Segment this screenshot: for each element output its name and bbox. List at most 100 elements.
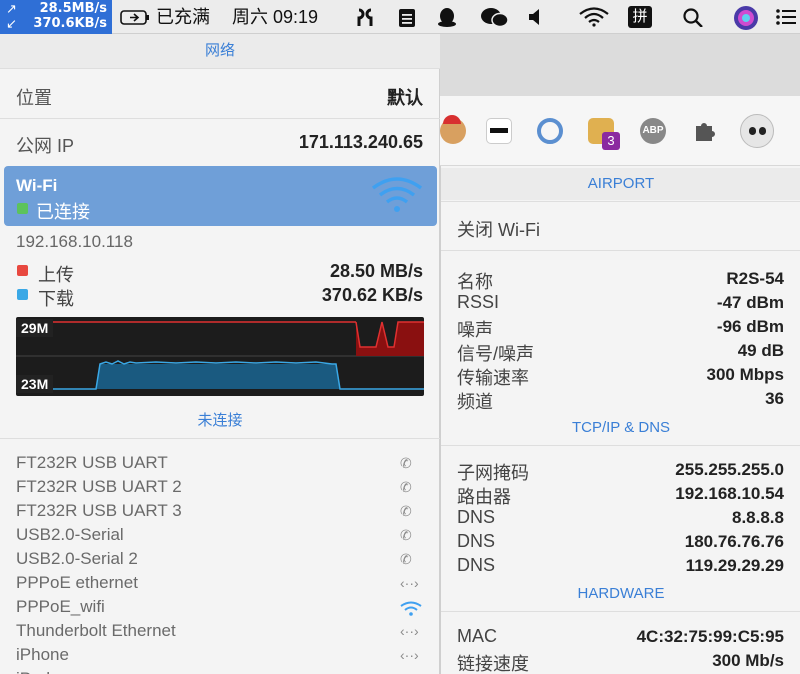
- extension-badge: 3: [602, 132, 620, 150]
- phone-icon: ✆: [400, 503, 412, 519]
- graph-top-label: 29M: [16, 319, 54, 337]
- menu-bar: ↗ ↙ 28.5MB/s 370.6KB/s 已充满 周六 09:19 拼: [0, 0, 800, 34]
- hardware-value: 300 Mb/s: [712, 651, 784, 670]
- adblock-extension-icon[interactable]: ABP: [640, 118, 666, 144]
- info-label: 频道: [457, 392, 493, 412]
- traffic-graph-svg: [16, 321, 424, 390]
- interface-item[interactable]: PPPoE ethernet: [16, 573, 138, 593]
- info-label: 名称: [457, 272, 493, 292]
- info-value: -47 dBm: [716, 293, 784, 312]
- hardware-value: 4C:32:75:99:C5:95: [636, 627, 784, 646]
- tcpip-label: DNS: [457, 531, 496, 551]
- ethernet-icon: ‹··›: [400, 647, 419, 663]
- tcpip-value: 180.76.76.76: [684, 532, 784, 551]
- network-header: 网络: [0, 34, 440, 68]
- input-method-indicator[interactable]: 拼: [628, 6, 652, 28]
- wifi-status: 已连接: [36, 202, 90, 222]
- wifi-ip[interactable]: 192.168.10.118: [16, 232, 133, 252]
- tcpip-header: TCP/IP & DNS: [571, 419, 671, 436]
- tcpip-value: 119.29.29.29: [685, 556, 784, 575]
- interface-item[interactable]: USB2.0-Serial: [16, 525, 124, 545]
- qq-icon[interactable]: [436, 7, 458, 27]
- notification-center-icon[interactable]: [775, 7, 797, 27]
- graph-bottom-label: 23M: [16, 375, 54, 393]
- info-label: RSSI: [457, 292, 500, 312]
- siri-icon[interactable]: [733, 5, 759, 31]
- tcpip-label: 路由器: [457, 487, 511, 507]
- battery-status[interactable]: 已充满: [156, 0, 210, 34]
- tcpip-value: 192.168.10.54: [675, 484, 784, 503]
- traffic-graph: 29M 23M: [16, 317, 424, 396]
- hardware-header: HARDWARE: [577, 585, 665, 602]
- download-label: 下载: [38, 289, 74, 309]
- phone-icon: ✆: [400, 479, 412, 495]
- public-ip-label: 公网 IP: [16, 136, 75, 156]
- hardware-label: MAC: [457, 626, 497, 646]
- connected-dot-icon: [17, 203, 28, 214]
- airport-header: AIRPORT: [441, 168, 800, 200]
- phone-icon: ✆: [400, 551, 412, 567]
- incognito-extension-icon[interactable]: [486, 118, 512, 144]
- interface-item[interactable]: USB2.0-Serial 2: [16, 549, 138, 569]
- wifi-signal-icon: [371, 177, 423, 212]
- puzzle-extension-icon[interactable]: [692, 118, 718, 144]
- wifi-card[interactable]: Wi-Fi 已连接: [4, 166, 437, 226]
- tcpip-label: 子网掩码: [457, 463, 529, 483]
- tcpip-value: 8.8.8.8: [732, 508, 784, 527]
- info-value: 49 dB: [737, 341, 784, 360]
- interface-item[interactable]: Thunderbolt Ethernet: [16, 621, 176, 641]
- public-ip-value[interactable]: 171.113.240.65: [299, 132, 423, 153]
- interface-item[interactable]: FT232R USB UART 3: [16, 501, 182, 521]
- info-value: 300 Mbps: [706, 365, 784, 384]
- toggle-wifi-button[interactable]: 关闭 Wi-Fi: [457, 216, 540, 242]
- battery-icon[interactable]: [120, 9, 150, 27]
- browser-tab-bar: [438, 34, 800, 96]
- volume-icon[interactable]: [526, 7, 548, 27]
- location-label: 位置: [16, 88, 52, 108]
- tcpip-label: DNS: [457, 555, 496, 575]
- sync-extension-icon[interactable]: [537, 118, 563, 144]
- ethernet-icon: ‹··›: [400, 575, 419, 591]
- clipboard-icon[interactable]: [396, 7, 418, 27]
- upload-label: 上传: [38, 265, 74, 285]
- upload-value: 28.50 MB/s: [329, 261, 423, 281]
- network-panel: 网络 位置 默认 公网 IP 171.113.240.65 Wi-Fi 已连接 …: [0, 34, 440, 674]
- info-label: 信号/噪声: [457, 344, 535, 364]
- info-value: 36: [765, 389, 784, 408]
- interface-item[interactable]: PPPoE_wifi: [16, 597, 105, 617]
- info-value: -96 dBm: [716, 317, 784, 336]
- menubar-download-speed: 370.6KB/s: [33, 16, 107, 31]
- menubar-clock[interactable]: 周六 09:19: [232, 0, 318, 34]
- download-dot-icon: [17, 289, 28, 300]
- airpods-icon[interactable]: [354, 7, 376, 27]
- interface-item[interactable]: iPad: [16, 669, 50, 674]
- tcpip-label: DNS: [457, 507, 496, 527]
- hardware-label: 链接速度: [457, 654, 529, 674]
- tcpip-value: 255.255.255.0: [675, 460, 784, 479]
- interface-item[interactable]: FT232R USB UART 2: [16, 477, 182, 497]
- info-value: R2S-54: [726, 269, 784, 288]
- profile-avatar[interactable]: [740, 114, 774, 148]
- search-icon[interactable]: [682, 7, 704, 27]
- cookie-extension-icon[interactable]: [440, 115, 466, 144]
- phone-icon: ✆: [400, 527, 412, 543]
- download-arrow-icon: ↙: [6, 16, 17, 31]
- download-value: 370.62 KB/s: [321, 285, 423, 305]
- ethernet-icon: ‹··›: [400, 623, 419, 639]
- wifi-icon: [400, 601, 422, 616]
- info-label: 传输速率: [457, 368, 529, 388]
- menubar-upload-speed: 28.5MB/s: [39, 1, 107, 16]
- disconnected-header: 未连接: [197, 412, 243, 429]
- airport-panel: AIRPORT 关闭 Wi-Fi 名称 R2S-54 RSSI -47 dBm …: [440, 166, 800, 674]
- info-label: 噪声: [457, 320, 493, 340]
- wechat-icon[interactable]: [480, 7, 510, 27]
- wifi-menubar-icon[interactable]: [578, 7, 610, 27]
- multi-extension-icon[interactable]: 3: [588, 118, 620, 150]
- upload-arrow-icon: ↗: [6, 1, 17, 16]
- upload-dot-icon: [17, 265, 28, 276]
- interface-item[interactable]: iPhone: [16, 645, 69, 665]
- interface-item[interactable]: FT232R USB UART: [16, 453, 168, 473]
- location-value[interactable]: 默认: [387, 84, 423, 110]
- phone-icon: ✆: [400, 455, 412, 471]
- net-speed-indicator[interactable]: ↗ ↙ 28.5MB/s 370.6KB/s: [0, 0, 112, 34]
